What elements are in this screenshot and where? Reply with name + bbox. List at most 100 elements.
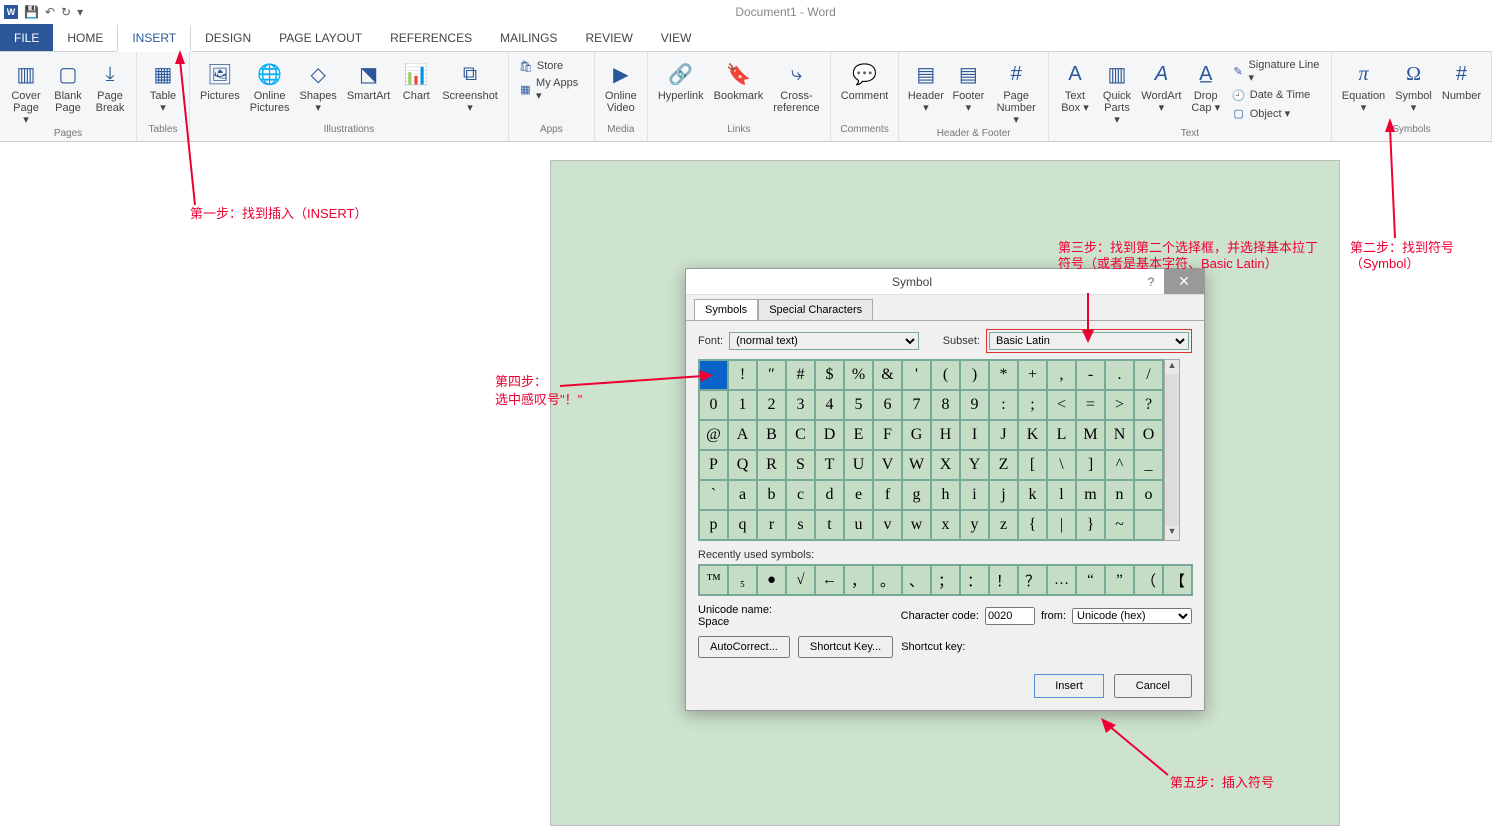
symbol-cell[interactable]: S	[786, 450, 815, 480]
symbol-cell[interactable]: t	[815, 510, 844, 540]
redo-icon[interactable]: ↻	[61, 5, 71, 19]
symbol-cell[interactable]: O	[1134, 420, 1163, 450]
chart-button[interactable]: 📊Chart	[396, 56, 436, 104]
tab-home[interactable]: HOME	[53, 24, 117, 51]
tab-file[interactable]: FILE	[0, 24, 53, 51]
bookmark-button[interactable]: 🔖Bookmark	[710, 56, 768, 104]
symbol-cell[interactable]: J	[989, 420, 1018, 450]
symbol-cell[interactable]: >	[1105, 390, 1134, 420]
recent-symbol-cell[interactable]: ！	[989, 565, 1018, 595]
recent-symbol-cell[interactable]: √	[786, 565, 815, 595]
symbol-cell[interactable]: K	[1018, 420, 1047, 450]
symbol-cell[interactable]: 6	[873, 390, 902, 420]
signature-line-button[interactable]: ✎Signature Line ▾	[1230, 58, 1323, 85]
symbol-cell[interactable]: R	[757, 450, 786, 480]
wordart-button[interactable]: AWordArt▾	[1139, 56, 1184, 116]
symbol-scrollbar[interactable]: ▲ ▼	[1164, 359, 1180, 541]
symbol-cell[interactable]: V	[873, 450, 902, 480]
symbol-cell[interactable]: 9	[960, 390, 989, 420]
screenshot-button[interactable]: ⧉Screenshot▾	[438, 56, 502, 116]
symbol-cell[interactable]: 5	[844, 390, 873, 420]
symbol-cell[interactable]: 7	[902, 390, 931, 420]
symbol-cell[interactable]: ]	[1076, 450, 1105, 480]
symbol-cell[interactable]: 0	[699, 390, 728, 420]
charcode-input[interactable]	[985, 607, 1035, 625]
pictures-button[interactable]: 🖼Pictures	[196, 56, 244, 104]
font-select[interactable]: (normal text)	[729, 332, 919, 350]
date-time-button[interactable]: 🕘Date & Time	[1230, 87, 1323, 103]
from-select[interactable]: Unicode (hex)	[1072, 608, 1192, 624]
text-box-button[interactable]: ATextBox ▾	[1055, 56, 1095, 116]
symbol-cell[interactable]: *	[989, 360, 1018, 390]
symbol-cell[interactable]: X	[931, 450, 960, 480]
symbol-cell[interactable]: 2	[757, 390, 786, 420]
symbol-cell[interactable]: `	[699, 480, 728, 510]
recent-symbol-cell[interactable]: 【	[1163, 565, 1192, 595]
symbol-cell[interactable]: %	[844, 360, 873, 390]
symbol-cell[interactable]: }	[1076, 510, 1105, 540]
symbol-cell[interactable]	[699, 360, 728, 390]
symbol-cell[interactable]: @	[699, 420, 728, 450]
symbol-cell[interactable]: F	[873, 420, 902, 450]
quick-parts-button[interactable]: ▥QuickParts ▾	[1097, 56, 1137, 128]
symbol-cell[interactable]: \	[1047, 450, 1076, 480]
symbol-cell[interactable]: +	[1018, 360, 1047, 390]
tab-symbols[interactable]: Symbols	[694, 299, 758, 320]
scroll-up-icon[interactable]: ▲	[1165, 360, 1179, 374]
symbol-cell[interactable]: #	[786, 360, 815, 390]
symbol-cell[interactable]: s	[786, 510, 815, 540]
symbol-cell[interactable]: h	[931, 480, 960, 510]
equation-button[interactable]: πEquation▾	[1338, 56, 1389, 116]
online-pictures-button[interactable]: 🌐OnlinePictures	[246, 56, 294, 116]
scroll-down-icon[interactable]: ▼	[1165, 526, 1179, 540]
symbol-cell[interactable]: j	[989, 480, 1018, 510]
tab-special-characters[interactable]: Special Characters	[758, 299, 873, 320]
symbol-cell[interactable]: M	[1076, 420, 1105, 450]
hyperlink-button[interactable]: 🔗Hyperlink	[654, 56, 708, 104]
tab-design[interactable]: DESIGN	[191, 24, 265, 51]
autocorrect-button[interactable]: AutoCorrect...	[698, 636, 790, 658]
symbol-cell[interactable]: x	[931, 510, 960, 540]
footer-button[interactable]: ▤Footer▾	[948, 56, 988, 116]
recent-symbol-cell[interactable]: 。	[873, 565, 902, 595]
tab-references[interactable]: REFERENCES	[376, 24, 486, 51]
symbol-cell[interactable]: k	[1018, 480, 1047, 510]
recent-symbol-cell[interactable]: （	[1134, 565, 1163, 595]
undo-icon[interactable]: ↶	[45, 5, 55, 19]
tab-insert[interactable]: INSERT	[117, 25, 191, 52]
symbol-cell[interactable]: v	[873, 510, 902, 540]
recent-symbol-cell[interactable]: ；	[931, 565, 960, 595]
symbol-cell[interactable]: e	[844, 480, 873, 510]
my-apps-button[interactable]: ▦My Apps ▾	[517, 76, 586, 103]
symbol-cell[interactable]: 3	[786, 390, 815, 420]
symbol-button[interactable]: ΩSymbol▾	[1391, 56, 1436, 116]
symbol-cell[interactable]: o	[1134, 480, 1163, 510]
symbol-cell[interactable]: T	[815, 450, 844, 480]
symbol-cell[interactable]: ?	[1134, 390, 1163, 420]
symbol-cell[interactable]: ,	[1047, 360, 1076, 390]
symbol-cell[interactable]: :	[989, 390, 1018, 420]
symbol-cell[interactable]: z	[989, 510, 1018, 540]
symbol-cell[interactable]: (	[931, 360, 960, 390]
symbol-cell[interactable]: E	[844, 420, 873, 450]
symbol-cell[interactable]: ″	[757, 360, 786, 390]
symbol-cell[interactable]: A	[728, 420, 757, 450]
shortcut-key-button[interactable]: Shortcut Key...	[798, 636, 893, 658]
symbol-cell[interactable]: c	[786, 480, 815, 510]
symbol-cell[interactable]: H	[931, 420, 960, 450]
symbol-cell[interactable]: ~	[1105, 510, 1134, 540]
recent-symbol-cell[interactable]: ，	[844, 565, 873, 595]
symbol-cell[interactable]: Y	[960, 450, 989, 480]
symbol-cell[interactable]: C	[786, 420, 815, 450]
symbol-cell[interactable]: a	[728, 480, 757, 510]
dialog-help-icon[interactable]: ?	[1138, 275, 1164, 289]
symbol-cell[interactable]: 8	[931, 390, 960, 420]
tab-mailings[interactable]: MAILINGS	[486, 24, 571, 51]
page-break-button[interactable]: ⤓PageBreak	[90, 56, 130, 116]
symbol-cell[interactable]: p	[699, 510, 728, 540]
symbol-cell[interactable]: m	[1076, 480, 1105, 510]
recent-symbol-cell[interactable]: ：	[960, 565, 989, 595]
symbol-cell[interactable]: f	[873, 480, 902, 510]
dialog-close-icon[interactable]: ✕	[1164, 269, 1204, 294]
online-video-button[interactable]: ▶OnlineVideo	[601, 56, 641, 116]
